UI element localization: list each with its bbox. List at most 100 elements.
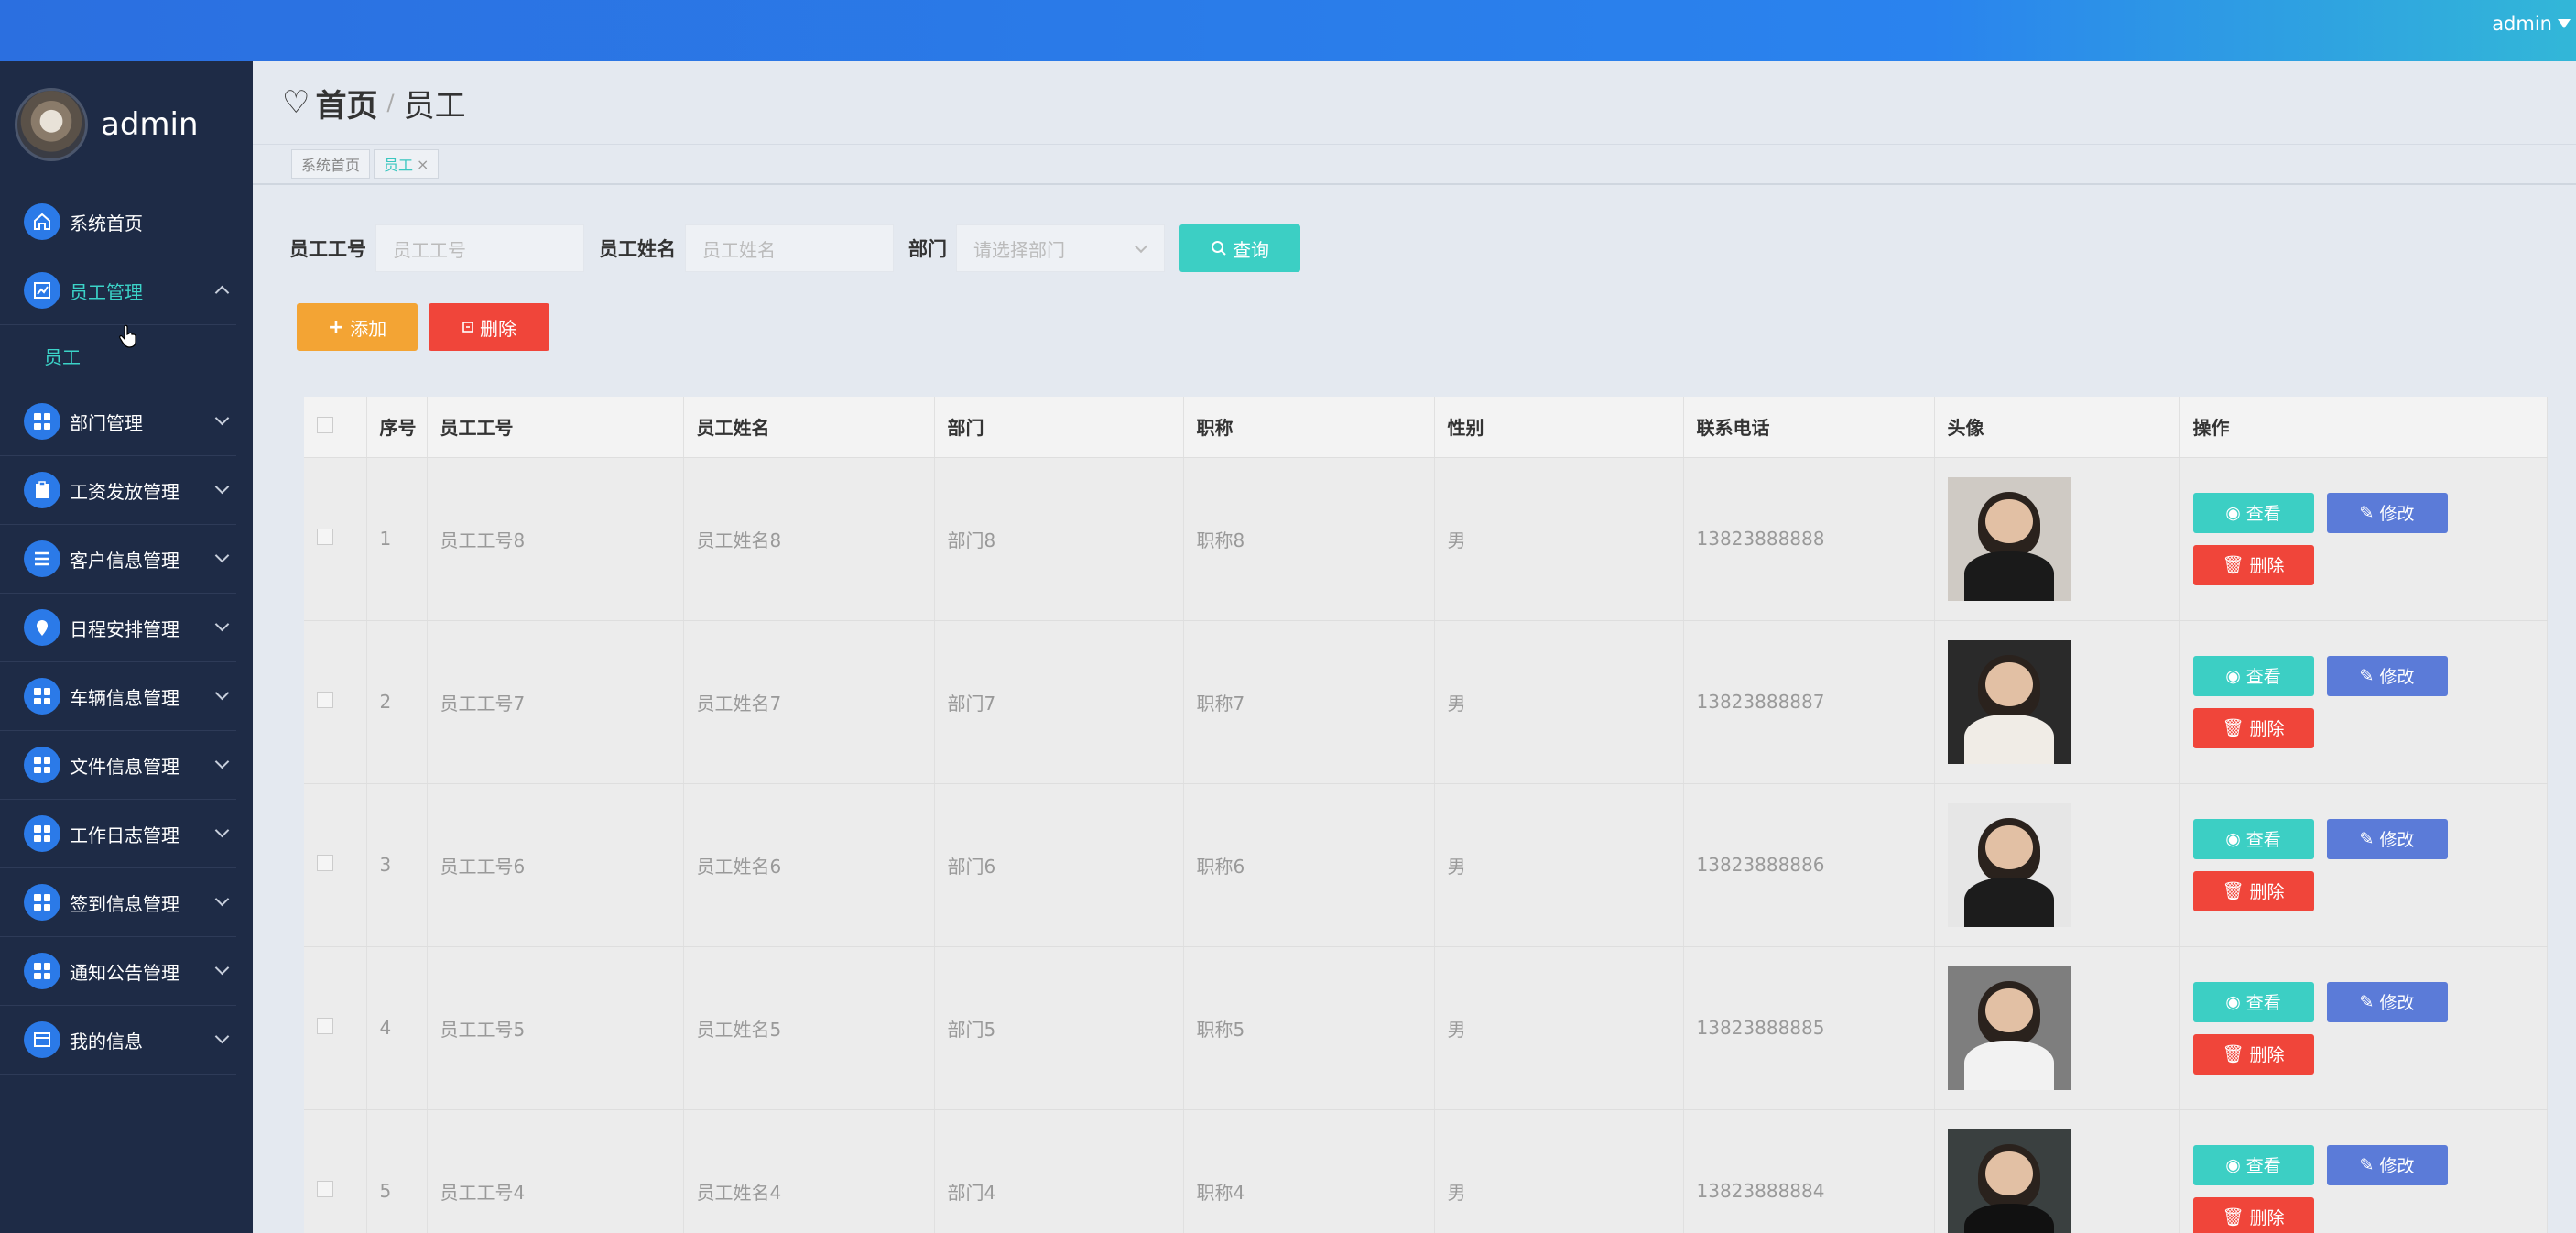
delete-button[interactable]: 🗑 删除 [2192, 544, 2314, 585]
close-icon[interactable]: × [417, 156, 429, 173]
cell-photo [1934, 783, 2180, 947]
row-checkbox[interactable] [317, 1018, 333, 1034]
view-button[interactable]: ◉ 查看 [2192, 1144, 2314, 1185]
delete-button[interactable]: 🗑 删除 [2192, 707, 2314, 748]
employee-photo [1947, 639, 2071, 764]
chevron-down-icon [214, 685, 230, 701]
cell-gender: 男 [1434, 620, 1684, 784]
chevron-down-icon [1134, 239, 1148, 254]
emp-name-input[interactable]: 员工姓名 [685, 224, 894, 272]
eye-icon: ◉ [2225, 502, 2241, 523]
list-icon [24, 540, 60, 577]
sidebar-item-my-info[interactable]: 我的信息 [0, 1006, 236, 1075]
edit-button[interactable]: ✎ 修改 [2326, 981, 2448, 1022]
cell-dept: 部门5 [934, 946, 1184, 1110]
caret-down-icon[interactable] [2558, 19, 2571, 28]
sidebar-item-employee-mgmt[interactable]: 员工管理 [0, 256, 236, 325]
select-all-cell [304, 397, 367, 458]
delete-button[interactable]: 🗑 删除 [2192, 1196, 2314, 1233]
sidebar-item-notice-mgmt[interactable]: 通知公告管理 [0, 937, 236, 1006]
cell-phone: 13823888888 [1683, 457, 1935, 621]
breadcrumb: ♡ 首页 / 员工 [253, 61, 2576, 144]
delete-button-label: 删除 [2249, 719, 2285, 739]
cell-no: 1 [366, 457, 428, 621]
grid-icon [24, 403, 60, 440]
table-row: 2 员工工号7 员工姓名7 部门7 职称7 男 13823888887 ◉ 查看 … [304, 620, 2548, 784]
search-icon [1212, 241, 1226, 256]
tag-home[interactable]: 系统首页 [291, 149, 371, 179]
delete-button[interactable]: 🗑 删除 [2192, 1033, 2314, 1075]
chevron-down-icon [214, 1029, 230, 1044]
header-emp-no: 员工工号 [427, 397, 684, 458]
emp-name-label: 员工姓名 [599, 238, 676, 260]
avatar [15, 88, 88, 161]
select-all-checkbox[interactable] [317, 416, 333, 433]
employee-photo [1947, 476, 2071, 601]
edit-button-label: 修改 [2379, 667, 2415, 687]
delete-button[interactable]: 🗑 删除 [2192, 870, 2314, 911]
sidebar-item-schedule-mgmt[interactable]: 日程安排管理 [0, 594, 236, 662]
query-button-label: 查询 [1233, 238, 1269, 261]
add-button[interactable]: + 添加 [297, 303, 418, 351]
view-button[interactable]: ◉ 查看 [2192, 818, 2314, 859]
dept-select[interactable]: 请选择部门 [956, 224, 1165, 272]
query-button[interactable]: 查询 [1179, 224, 1300, 272]
breadcrumb-home[interactable]: 首页 [315, 81, 377, 125]
batch-delete-button[interactable]: 删除 [429, 303, 549, 351]
tags-bar: 系统首页 员工 × [253, 144, 2576, 185]
profile: admin [0, 61, 253, 188]
sidebar-item-label: 客户信息管理 [70, 549, 179, 572]
cell-gender: 男 [1434, 1109, 1684, 1233]
emp-no-input[interactable]: 员工工号 [375, 224, 584, 272]
pencil-icon: ✎ [2359, 991, 2375, 1012]
tag-employee[interactable]: 员工 × [374, 149, 440, 179]
sidebar-item-dept-mgmt[interactable]: 部门管理 [0, 387, 236, 456]
employee-table: 序号 员工工号 员工姓名 部门 职称 性别 联系电话 头像 操作 1 员工工号8… [304, 397, 2548, 1233]
sidebar-item-vehicle-mgmt[interactable]: 车辆信息管理 [0, 662, 236, 731]
employee-photo [1947, 1129, 2071, 1233]
delete-button-label: 删除 [2249, 882, 2285, 902]
view-button-label: 查看 [2245, 830, 2281, 850]
cell-actions: ◉ 查看 ✎ 修改 🗑 删除 [2179, 620, 2548, 784]
pencil-icon: ✎ [2359, 665, 2375, 686]
cell-gender: 男 [1434, 946, 1684, 1110]
edit-button[interactable]: ✎ 修改 [2326, 818, 2448, 859]
row-checkbox[interactable] [317, 1181, 333, 1197]
sidebar-item-label: 我的信息 [70, 1030, 143, 1053]
sidebar-item-file-mgmt[interactable]: 文件信息管理 [0, 731, 236, 800]
row-checkbox[interactable] [317, 855, 333, 871]
cell-phone: 13823888884 [1683, 1109, 1935, 1233]
username[interactable]: admin [2492, 13, 2552, 35]
sidebar-item-worklog-mgmt[interactable]: 工作日志管理 [0, 800, 236, 868]
edit-button[interactable]: ✎ 修改 [2326, 492, 2448, 533]
cell-gender: 男 [1434, 783, 1684, 947]
sidebar-subitem-label: 员工 [44, 346, 81, 368]
header-photo: 头像 [1934, 397, 2180, 458]
cell-emp-name: 员工姓名5 [683, 946, 935, 1110]
sidebar-subitem-employee[interactable]: 员工 [0, 325, 236, 387]
sidebar-item-customer-mgmt[interactable]: 客户信息管理 [0, 525, 236, 594]
sidebar-item-home[interactable]: 系统首页 [0, 188, 236, 256]
edit-button[interactable]: ✎ 修改 [2326, 1144, 2448, 1185]
edit-button[interactable]: ✎ 修改 [2326, 655, 2448, 696]
delete-button-label: 删除 [2249, 1208, 2285, 1228]
row-checkbox[interactable] [317, 529, 333, 545]
row-select-cell [304, 457, 367, 621]
cell-title: 职称8 [1183, 457, 1435, 621]
view-button[interactable]: ◉ 查看 [2192, 492, 2314, 533]
header-no: 序号 [366, 397, 428, 458]
user-menu[interactable]: admin [2492, 13, 2571, 35]
cell-no: 3 [366, 783, 428, 947]
header-gender: 性别 [1434, 397, 1684, 458]
delete-button-label: 删除 [2249, 1045, 2285, 1065]
view-button-label: 查看 [2245, 504, 2281, 524]
view-button[interactable]: ◉ 查看 [2192, 655, 2314, 696]
header-title: 职称 [1183, 397, 1435, 458]
sidebar-item-checkin-mgmt[interactable]: 签到信息管理 [0, 868, 236, 937]
chevron-down-icon [214, 479, 230, 495]
view-button[interactable]: ◉ 查看 [2192, 981, 2314, 1022]
sidebar-item-label: 文件信息管理 [70, 755, 179, 778]
sidebar-item-salary-mgmt[interactable]: 工资发放管理 [0, 456, 236, 525]
cell-title: 职称7 [1183, 620, 1435, 784]
row-checkbox[interactable] [317, 692, 333, 708]
